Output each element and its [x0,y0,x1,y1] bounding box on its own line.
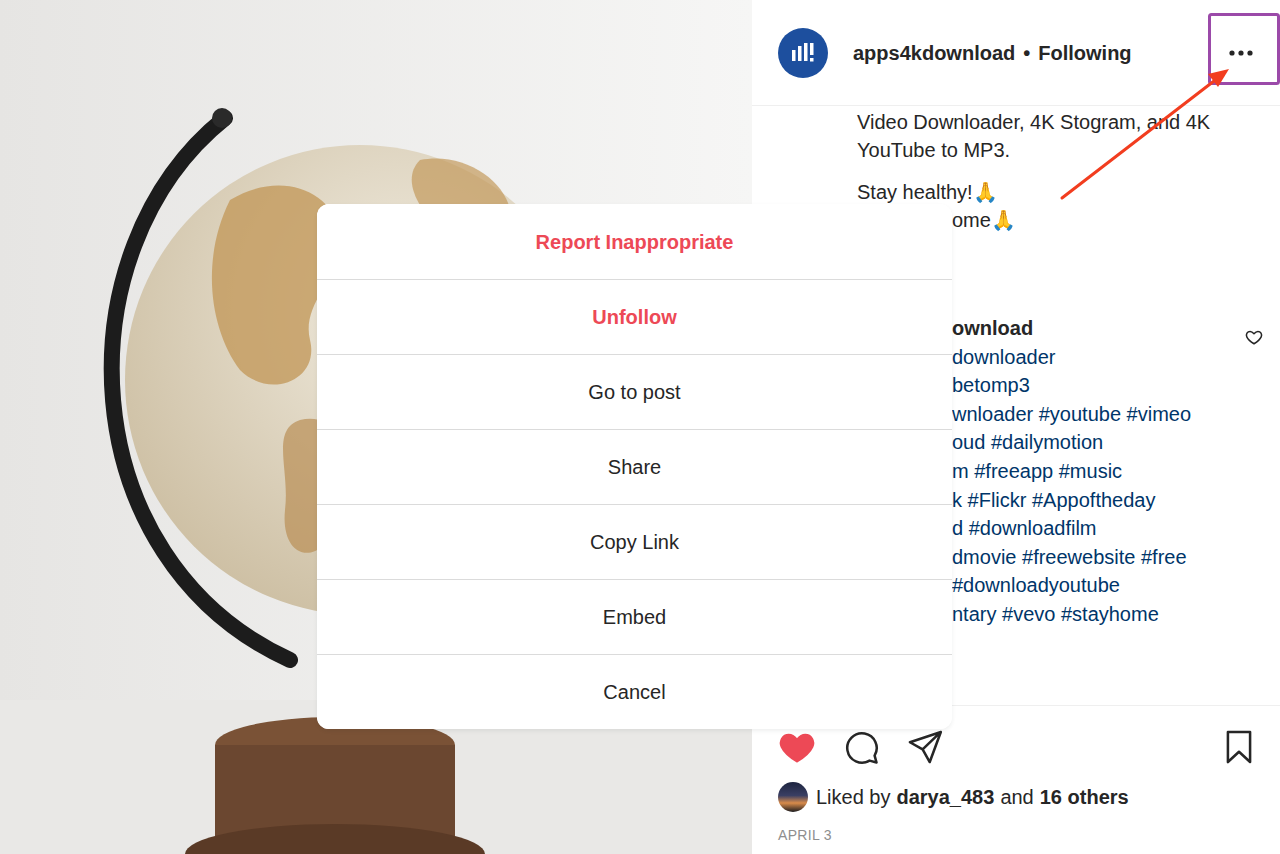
caption-line: ome🙏 [952,206,1260,234]
post-header: apps4kdownload • Following [752,0,1280,106]
comment-bubble-icon[interactable] [842,728,880,766]
likes-link[interactable]: darya_483 [897,780,995,814]
instagram-post-view: apps4kdownload • Following Video Downloader… [0,0,1280,854]
hashtag-line[interactable]: ntary #vevo #stayhome [952,600,1245,629]
comment-author[interactable]: ownload [952,314,1245,343]
hashtag-line[interactable]: #downloadyoutube [952,571,1245,600]
liker-avatar[interactable] [778,782,808,812]
hashtag-line[interactable]: wnloader #youtube #vimeo [952,400,1245,429]
username-link[interactable]: apps4kdownload [853,38,1015,68]
likes-link[interactable]: 16 others [1040,780,1129,814]
more-options-icon[interactable] [1226,38,1256,68]
comment-like-heart-icon[interactable] [1245,328,1263,346]
menu-item[interactable]: Go to post [317,354,952,429]
post-date: APRIL 3 [778,825,1258,845]
bookmark-icon[interactable] [1220,728,1258,766]
menu-item[interactable]: Embed [317,579,952,654]
menu-item[interactable]: Unfollow [317,279,952,354]
hashtag-line[interactable]: d #downloadfilm [952,514,1245,543]
comment-text: ownloaddownloaderbetomp3wnloader #youtub… [952,314,1245,629]
share-plane-icon[interactable] [906,728,944,766]
hashtag-line[interactable]: oud #dailymotion [952,428,1245,457]
follow-status-button[interactable]: Following [1038,38,1131,68]
menu-item[interactable]: Report Inappropriate [317,204,952,279]
apps4k-logo-icon [778,28,828,78]
likes-text: and [1000,780,1033,814]
caption-line: YouTube to MP3. [857,136,1260,164]
hashtag-line[interactable]: m #freeapp #music [952,457,1245,486]
menu-item[interactable]: Share [317,429,952,504]
hashtag-line[interactable]: downloader [952,343,1245,372]
account-avatar[interactable] [778,28,828,78]
hashtag-line[interactable]: k #Flickr #Appoftheday [952,486,1245,515]
post-options-menu: Report InappropriateUnfollowGo to postSh… [317,204,952,729]
likes-text: Liked by [816,780,891,814]
hashtag-line[interactable]: dmovie #freewebsite #free [952,543,1245,572]
menu-item[interactable]: Copy Link [317,504,952,579]
action-group [778,728,944,766]
separator-dot: • [1023,38,1030,68]
likes-summary: Liked bydarya_483and16 others [778,780,1258,814]
caption-line: Video Downloader, 4K Stogram, and 4K [857,108,1260,136]
caption-line: Stay healthy!🙏 [857,178,1260,206]
hashtag-line[interactable]: betomp3 [952,371,1245,400]
menu-item[interactable]: Cancel [317,654,952,729]
account-name-row: apps4kdownload • Following [853,38,1132,68]
like-heart-icon[interactable] [778,728,816,766]
